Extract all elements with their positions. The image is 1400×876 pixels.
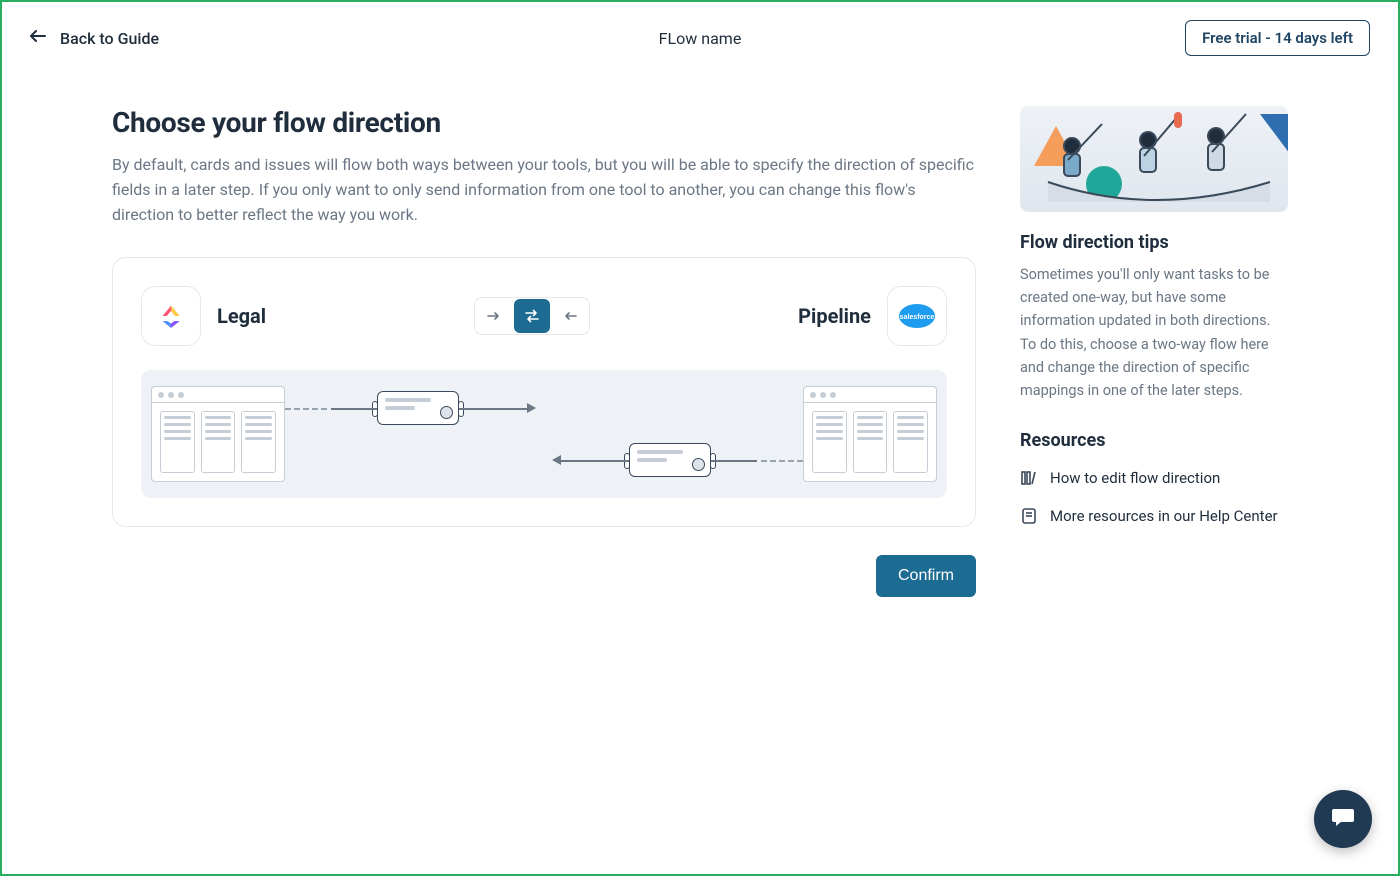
right-board-illustration [803, 386, 937, 482]
flow-name: FLow name [659, 29, 742, 48]
flow-diagram [141, 370, 947, 498]
arrow-left-icon [30, 30, 46, 46]
resource-label: More resources in our Help Center [1050, 507, 1278, 525]
back-to-guide-link[interactable]: Back to Guide [30, 29, 159, 48]
trial-badge[interactable]: Free trial - 14 days left [1185, 20, 1370, 56]
direction-two-way-button[interactable] [514, 299, 550, 333]
resource-link-edit-direction[interactable]: How to edit flow direction [1020, 469, 1288, 487]
page-description: By default, cards and issues will flow b… [112, 153, 976, 227]
salesforce-logo-icon: salesforce [887, 286, 947, 346]
chat-icon [1329, 803, 1357, 835]
right-tool-name: Pipeline [798, 304, 871, 328]
resource-link-help-center[interactable]: More resources in our Help Center [1020, 507, 1288, 525]
chat-launcher-button[interactable] [1314, 790, 1372, 848]
task-card-illustration [629, 443, 711, 477]
resource-label: How to edit flow direction [1050, 469, 1220, 487]
left-tool-block: Legal [141, 286, 266, 346]
resources-title: Resources [1020, 430, 1288, 451]
svg-text:salesforce: salesforce [900, 314, 935, 321]
library-icon [1020, 469, 1038, 487]
page-title: Choose your flow direction [112, 106, 976, 139]
direction-one-way-left-button[interactable] [551, 298, 589, 334]
tips-body: Sometimes you'll only want tasks to be c… [1020, 263, 1288, 402]
left-tool-name: Legal [217, 304, 266, 328]
back-label: Back to Guide [60, 29, 159, 48]
flow-direction-card: Legal [112, 257, 976, 527]
tips-title: Flow direction tips [1020, 232, 1288, 253]
tips-illustration [1020, 106, 1288, 212]
confirm-button[interactable]: Confirm [876, 555, 976, 597]
direction-toggle [474, 297, 590, 335]
right-tool-block: salesforce Pipeline [798, 286, 947, 346]
header: Back to Guide FLow name Free trial - 14 … [2, 2, 1398, 74]
book-icon [1020, 507, 1038, 525]
left-board-illustration [151, 386, 285, 482]
direction-one-way-right-button[interactable] [475, 298, 513, 334]
clickup-logo-icon [141, 286, 201, 346]
task-card-illustration [377, 391, 459, 425]
